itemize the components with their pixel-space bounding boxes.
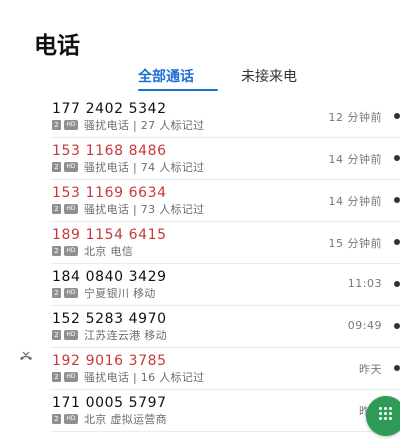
sim-icon: 2 [52,162,61,172]
phone-number: 184 0840 3429 [52,269,167,285]
caller-info: 骚扰电话 | 27 人标记过 [84,119,205,132]
call-detail: 2 HD 骚扰电话 | 73 人标记过 [52,202,204,216]
phone-number: 153 1168 8486 [52,143,167,159]
info-icon[interactable] [394,365,400,371]
phone-number: 192 9016 3785 [52,353,167,369]
call-detail: 2 HD 骚扰电话 | 74 人标记过 [52,160,204,174]
hd-icon: HD [64,204,78,214]
caller-info: 江苏连云港 移动 [84,329,167,342]
caller-info: 北京 电信 [84,245,133,258]
info-icon[interactable] [394,323,400,329]
info-icon[interactable] [394,239,400,245]
call-log-list: 177 2402 5342 2 HD 骚扰电话 | 27 人标记过 12 分钟前… [0,96,400,432]
phone-number: 153 1169 6634 [52,185,167,201]
sim-icon: 2 [52,204,61,214]
call-detail: 2 HD 北京 电信 [52,244,133,258]
hd-icon: HD [64,162,78,172]
sim-icon: 2 [52,330,61,340]
sim-icon: 2 [52,120,61,130]
dialpad-icon [379,407,382,410]
missed-call-icon [20,351,32,360]
call-time: 15 分钟前 [328,237,382,250]
info-icon[interactable] [394,197,400,203]
sim-icon: 2 [52,288,61,298]
info-icon[interactable] [394,155,400,161]
tab-all-calls[interactable]: 全部通话 [138,66,194,86]
call-time: 09:49 [347,319,382,332]
caller-info: 宁夏银川 移动 [84,287,156,300]
sim-icon: 2 [52,414,61,424]
phone-number: 189 1154 6415 [52,227,167,243]
call-row[interactable]: 152 5283 4970 2 HD 江苏连云港 移动 09:49 [50,306,400,348]
hd-icon: HD [64,288,78,298]
hd-icon: HD [64,414,78,424]
active-tab-indicator [138,89,218,91]
call-time: 昨天 [359,363,382,376]
call-detail: 2 HD 北京 虚拟运营商 [52,412,167,426]
call-row[interactable]: 184 0840 3429 2 HD 宁夏银川 移动 11:03 [50,264,400,306]
call-time: 11:03 [347,277,382,290]
call-time: 14 分钟前 [328,195,382,208]
phone-number: 152 5283 4970 [52,311,167,327]
call-detail: 2 HD 骚扰电话 | 27 人标记过 [52,118,204,132]
sim-icon: 2 [52,246,61,256]
info-icon[interactable] [394,281,400,287]
call-row[interactable]: 153 1168 8486 2 HD 骚扰电话 | 74 人标记过 14 分钟前 [50,138,400,180]
hd-icon: HD [64,372,78,382]
dialpad-icon-dot [384,417,387,420]
call-row[interactable]: 171 0005 5797 2 HD 北京 虚拟运营商 昨天 [50,390,400,432]
dialpad-icon-dot [379,417,382,420]
call-detail: 2 HD 骚扰电话 | 16 人标记过 [52,370,204,384]
tab-missed-calls[interactable]: 未接来电 [241,66,297,86]
dialpad-icon-dot [389,412,392,415]
call-time: 12 分钟前 [328,111,382,124]
call-detail: 2 HD 江苏连云港 移动 [52,328,167,342]
tab-bar: 全部通话 未接来电 [0,66,400,96]
call-row[interactable]: 153 1169 6634 2 HD 骚扰电话 | 73 人标记过 14 分钟前 [50,180,400,222]
caller-info: 骚扰电话 | 73 人标记过 [84,203,205,216]
hd-icon: HD [64,246,78,256]
dialpad-icon-dot [389,417,392,420]
call-row[interactable]: 189 1154 6415 2 HD 北京 电信 15 分钟前 [50,222,400,264]
call-detail: 2 HD 宁夏银川 移动 [52,286,156,300]
page-title: 电话 [34,33,80,59]
phone-number: 177 2402 5342 [52,101,167,117]
sim-icon: 2 [52,372,61,382]
dialpad-icon-dot [379,412,382,415]
dialpad-icon-dot [384,407,387,410]
dialpad-button[interactable] [366,396,400,436]
call-time: 14 分钟前 [328,153,382,166]
phone-number: 171 0005 5797 [52,395,167,411]
call-row[interactable]: 192 9016 3785 2 HD 骚扰电话 | 16 人标记过 昨天 [50,348,400,390]
dialpad-icon-dot [384,412,387,415]
hd-icon: HD [64,120,78,130]
caller-info: 骚扰电话 | 16 人标记过 [84,371,205,384]
info-icon[interactable] [394,113,400,119]
dialpad-icon-dot [389,407,392,410]
call-row[interactable]: 177 2402 5342 2 HD 骚扰电话 | 27 人标记过 12 分钟前 [50,96,400,138]
caller-info: 骚扰电话 | 74 人标记过 [84,161,205,174]
hd-icon: HD [64,330,78,340]
caller-info: 北京 虚拟运营商 [84,413,167,426]
